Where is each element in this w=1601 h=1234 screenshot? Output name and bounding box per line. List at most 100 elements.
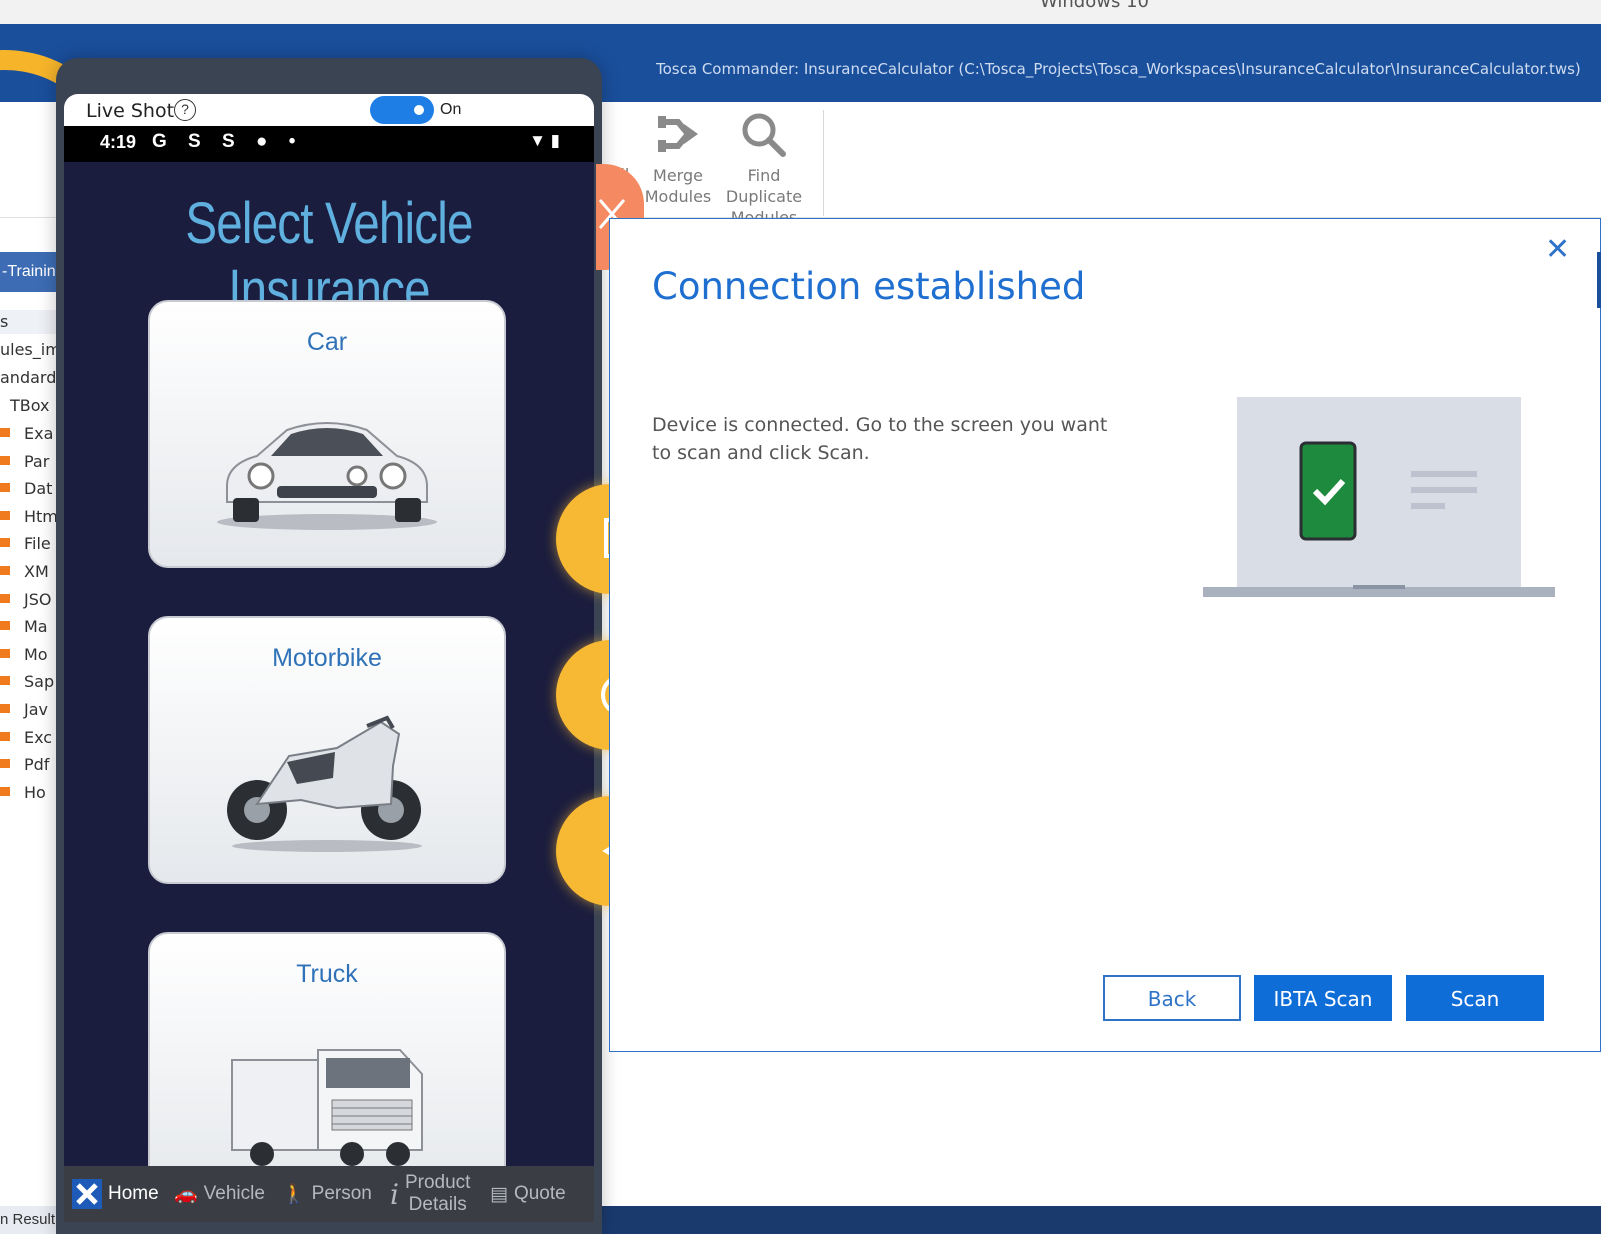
vehicle-card-car[interactable]: Car [148, 300, 506, 568]
tree-row[interactable]: s [0, 312, 62, 336]
dialog-message: Device is connected. Go to the screen yo… [652, 414, 1108, 464]
folder-icon [0, 428, 10, 437]
folder-icon [0, 704, 10, 713]
nav-product-label: Product Details [405, 1172, 470, 1216]
nav-product-details[interactable]: i Product Details [390, 1166, 470, 1222]
tree-folder-item[interactable]: Dat [0, 479, 62, 503]
tree-folder-item[interactable]: Par [0, 452, 62, 476]
app-screen: Select Vehicle Insurance Car Motorbike T… [64, 162, 594, 1166]
ibta-scan-button[interactable]: IBTA Scan [1254, 975, 1392, 1021]
card-label: Truck [296, 960, 358, 988]
vehicle-card-truck[interactable]: Truck [148, 932, 506, 1166]
nav-product-line-1: Product [404, 1172, 471, 1193]
scan-button[interactable]: Scan [1406, 975, 1544, 1021]
tree-folder-label: Sap [24, 672, 55, 691]
tree-folder-label: Mo [24, 645, 48, 664]
tree-folder-item[interactable]: Jav [0, 700, 62, 724]
help-icon[interactable]: ? [174, 99, 196, 121]
dialog-close-icon[interactable]: ✕ [1545, 235, 1570, 265]
folder-icon [0, 456, 10, 465]
os-title: Windows 10 [1040, 0, 1149, 12]
ribbon-separator [823, 110, 824, 216]
folder-icon [0, 566, 10, 575]
tricentis-logo-icon [72, 1179, 102, 1209]
vehicle-card-motorbike[interactable]: Motorbike [148, 616, 506, 884]
nav-vehicle-label: Vehicle [203, 1183, 265, 1204]
wifi-battery-icon: ▼ ▮ [529, 131, 560, 150]
folder-icon [0, 483, 10, 492]
nav-home[interactable]: Home [72, 1166, 159, 1222]
connection-dialog: ✕ Connection established Device is conne… [609, 218, 1601, 1052]
tree-folder-item[interactable]: Exc [0, 728, 62, 752]
motorbike-image [227, 715, 422, 852]
toggle-knob [414, 105, 424, 115]
tree-folder-item[interactable]: XM [0, 562, 62, 586]
car-image [217, 422, 437, 530]
tree-row[interactable]: TBox ... [0, 396, 62, 420]
car-icon: 🚗 [174, 1184, 198, 1205]
folder-icon [0, 676, 10, 685]
dialog-title: Connection established [652, 265, 1086, 308]
tree-folder-label: Par [24, 452, 50, 471]
nav-vehicle[interactable]: 🚗 Vehicle [174, 1166, 265, 1222]
nav-quote-label: Quote [513, 1183, 566, 1204]
folder-icon [0, 787, 10, 796]
folder-icon [0, 732, 10, 741]
folder-icon [0, 759, 10, 768]
document-icon: ▤ [490, 1183, 508, 1205]
tree-row[interactable]: ules_imp [0, 340, 62, 364]
tree-folder-label: Htm [24, 507, 58, 526]
tree-folder-label: Dat [24, 479, 53, 498]
nav-product-line-2: Details [408, 1194, 467, 1215]
tree-folder-item[interactable]: Ho [0, 783, 62, 807]
status-results-tab[interactable]: n Result [0, 1206, 62, 1234]
tree-folder-item[interactable]: JSO [0, 590, 62, 614]
tree-folder-label: Ho [24, 783, 46, 802]
merge-icon [658, 116, 698, 152]
card-label: Car [306, 328, 348, 356]
tree-folder-label: Pdf [24, 755, 50, 774]
tree-folder-item[interactable]: Exa [0, 424, 62, 448]
find-duplicate-modules-button[interactable]: Find Duplicate Modules [708, 110, 820, 228]
tree-folder-label: Ma [24, 617, 48, 636]
os-title-strip: Windows 10 [0, 0, 1601, 24]
liveshot-toggle[interactable] [370, 96, 434, 124]
tree-folder-item[interactable]: Ma [0, 617, 62, 641]
tree-folder-label: XM [24, 562, 49, 581]
person-walking-icon: 🚶 [282, 1184, 306, 1205]
tree-folder-label: Exa [24, 424, 54, 443]
connected-device-illustration [1203, 397, 1555, 597]
nav-quote[interactable]: ▤ Quote [490, 1166, 566, 1222]
tree-row[interactable]: andard [0, 368, 62, 392]
notification-icons: G S S ● • [152, 131, 304, 152]
android-status-bar: 4:19 G S S ● • ▼ ▮ [64, 126, 594, 162]
pane-edge [1597, 252, 1601, 308]
tree-folder-item[interactable]: Sap [0, 672, 62, 696]
folder-icon [0, 511, 10, 520]
magnifier-icon [742, 113, 786, 157]
tree-folder-item[interactable]: File [0, 534, 62, 558]
tree-folder-item[interactable]: Htm [0, 507, 62, 531]
folder-icon [0, 594, 10, 603]
folder-icon [0, 649, 10, 658]
find-dup-label-1: Find Duplicate [725, 166, 803, 206]
window-title: Tosca Commander: InsuranceCalculator (C:… [656, 60, 1581, 78]
card-label: Motorbike [272, 644, 382, 672]
tree-folder-item[interactable]: Pdf [0, 755, 62, 779]
folder-icon [0, 621, 10, 630]
info-icon: i [390, 1177, 399, 1211]
truck-image [231, 1049, 423, 1166]
tree-folder-label: JSO [24, 590, 52, 609]
nav-person-label: Person [311, 1183, 372, 1204]
folder-icon [0, 538, 10, 547]
tree-folder-item[interactable]: Mo [0, 645, 62, 669]
tree-folder-label: Jav [24, 700, 48, 719]
tree-folder-label: File [24, 534, 51, 553]
toggle-state-label: On [440, 101, 462, 118]
liveshot-label: Live Shot [86, 100, 175, 122]
nav-home-label: Home [108, 1183, 159, 1204]
nav-person[interactable]: 🚶 Person [282, 1166, 372, 1222]
screen: Windows 10 ▾ ⌄ Tosca Commander: Insuranc… [0, 0, 1601, 1234]
status-time: 4:19 [100, 132, 137, 152]
back-button[interactable]: Back [1103, 975, 1241, 1021]
